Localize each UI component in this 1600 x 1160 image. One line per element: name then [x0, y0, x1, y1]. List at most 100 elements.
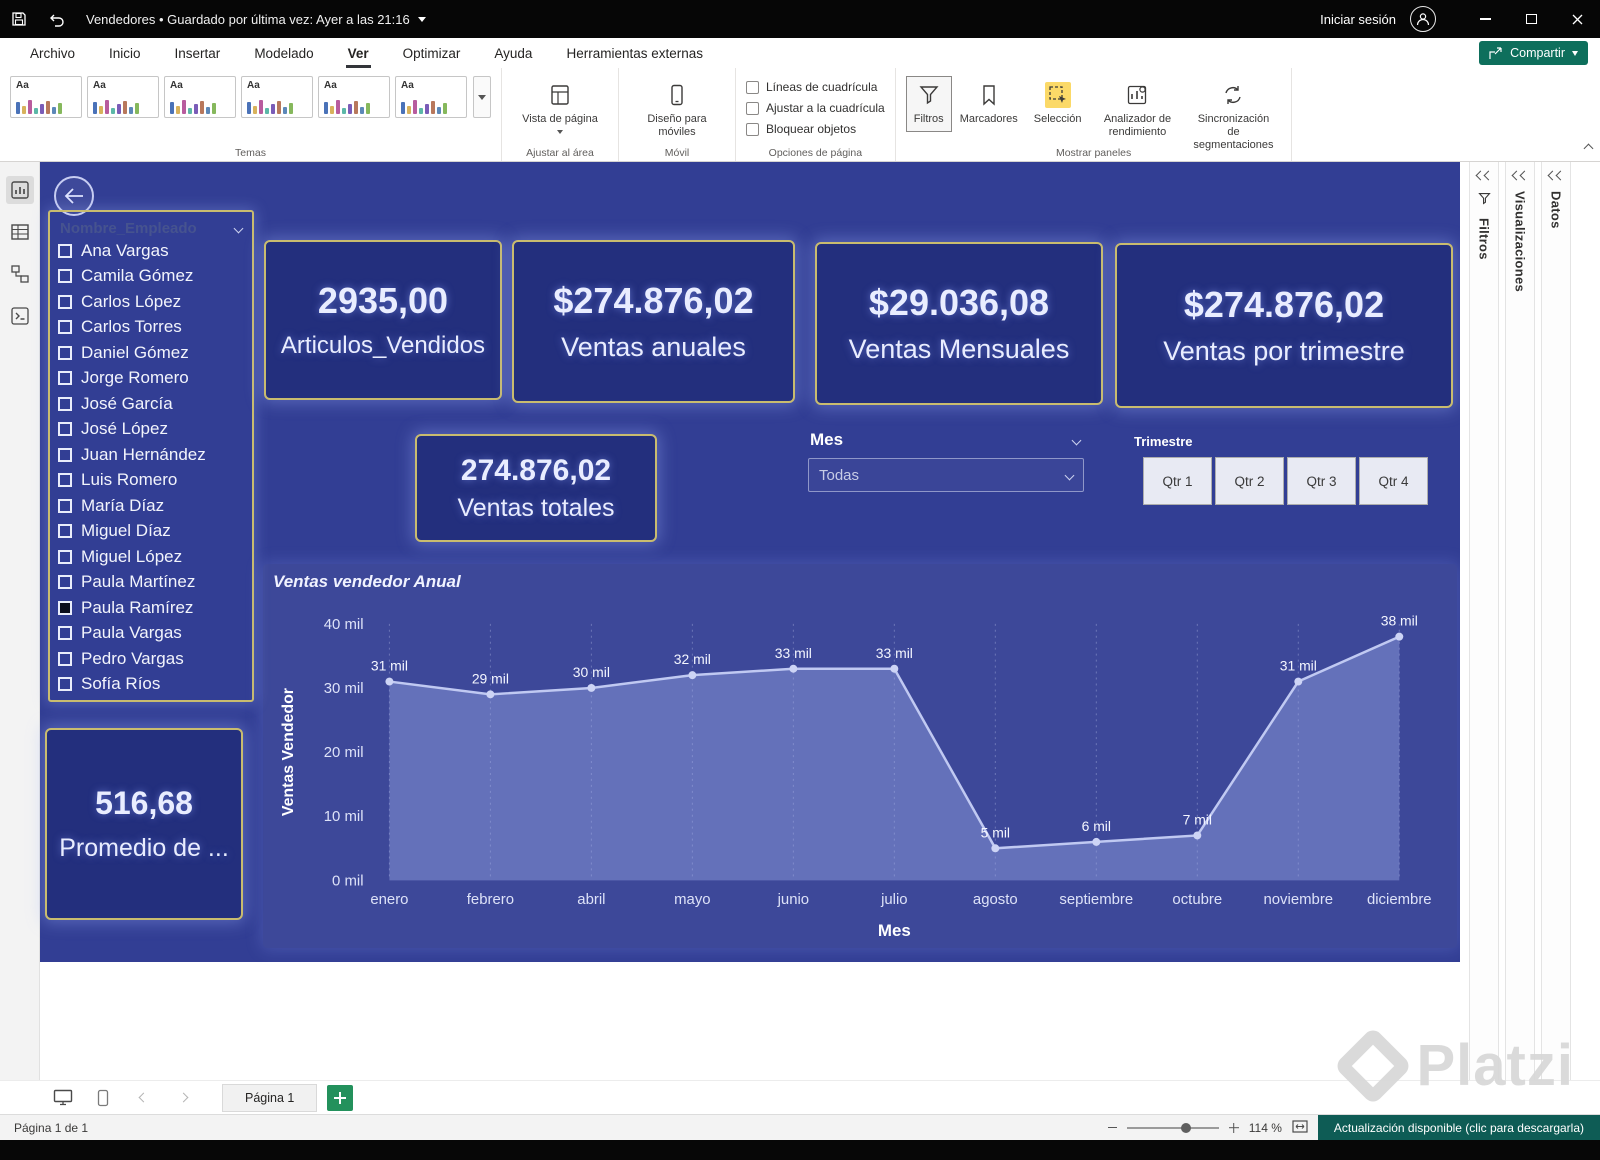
trimestre-slicer[interactable]: Trimestre Qtr 1 Qtr 2 Qtr 3 Qtr 4 — [1132, 434, 1480, 505]
menu-modelado[interactable]: Modelado — [252, 38, 315, 68]
add-page-button[interactable] — [327, 1084, 354, 1111]
bookmarks-button[interactable]: Marcadores — [952, 76, 1026, 132]
quarter-button[interactable]: Qtr 1 — [1143, 457, 1212, 505]
collapse-ribbon-button[interactable] — [1583, 140, 1594, 155]
prev-page-button[interactable] — [128, 1086, 158, 1110]
theme-thumbnail[interactable]: Aa — [395, 76, 467, 118]
filters-panel-button[interactable]: Filtros — [905, 76, 952, 132]
quarter-button[interactable]: Qtr 2 — [1215, 457, 1284, 505]
menu-ver[interactable]: Ver — [346, 38, 371, 68]
undo-button[interactable] — [38, 0, 76, 38]
checkbox-icon[interactable] — [58, 422, 72, 437]
checkbox-icon[interactable] — [58, 498, 72, 513]
page-tab[interactable]: Página 1 — [222, 1083, 318, 1112]
minimize-button[interactable] — [1462, 0, 1508, 38]
checkbox-icon[interactable] — [58, 294, 72, 309]
page-option-checkbox[interactable]: Líneas de cuadrícula — [746, 80, 885, 94]
zoom-out-button[interactable] — [1107, 1126, 1117, 1129]
slicer-item[interactable]: Pedro Vargas — [58, 649, 244, 669]
checkbox-icon[interactable] — [58, 473, 72, 488]
performance-analyzer-button[interactable]: Analizador de rendimiento — [1089, 76, 1185, 145]
menu-insertar[interactable]: Insertar — [173, 38, 223, 68]
desktop-view-button[interactable] — [48, 1086, 78, 1110]
slicer-item[interactable]: Miguel López — [58, 547, 244, 567]
sync-slicers-button[interactable]: Sincronización de segmentaciones — [1185, 76, 1281, 158]
sign-in-link[interactable]: Iniciar sesión — [1320, 12, 1396, 27]
checkbox-icon[interactable] — [58, 320, 72, 335]
menu-inicio[interactable]: Inicio — [107, 38, 143, 68]
page-option-checkbox[interactable]: Ajustar a la cuadrícula — [746, 101, 885, 115]
fit-to-page-icon[interactable] — [1292, 1119, 1308, 1136]
next-page-button[interactable] — [168, 1086, 198, 1110]
slicer-item[interactable]: José García — [58, 394, 244, 414]
menu-optimizar[interactable]: Optimizar — [401, 38, 463, 68]
checkbox-icon[interactable] — [58, 600, 72, 615]
card-ventas-mensuales[interactable]: $29.036,08 Ventas Mensuales — [815, 242, 1103, 405]
avatar-icon[interactable] — [1410, 6, 1436, 32]
save-button[interactable] — [0, 0, 38, 38]
slicer-item[interactable]: María Díaz — [58, 496, 244, 516]
report-view-button[interactable] — [5, 176, 34, 204]
theme-thumbnail[interactable]: Aa — [241, 76, 313, 118]
checkbox-icon[interactable] — [58, 371, 72, 386]
checkbox-icon[interactable] — [58, 524, 72, 539]
filters-pane-collapsed[interactable]: Filtros — [1469, 162, 1499, 1080]
theme-thumbnail[interactable]: Aa — [164, 76, 236, 118]
menu-herramientas-externas[interactable]: Herramientas externas — [564, 38, 705, 68]
document-title[interactable]: Vendedores • Guardado por última vez: Ay… — [86, 12, 426, 27]
slicer-item[interactable]: Luis Romero — [58, 470, 244, 490]
checkbox-icon[interactable] — [58, 676, 72, 691]
quarter-button[interactable]: Qtr 3 — [1287, 457, 1356, 505]
quarter-button[interactable]: Qtr 4 — [1359, 457, 1428, 505]
maximize-button[interactable] — [1508, 0, 1554, 38]
menu-ayuda[interactable]: Ayuda — [492, 38, 534, 68]
checkbox-icon[interactable] — [58, 244, 72, 258]
card-articulos-vendidos[interactable]: 2935,00 Articulos_Vendidos — [264, 240, 502, 400]
zoom-slider[interactable] — [1126, 1122, 1219, 1133]
slicer-item[interactable]: Miguel Díaz — [58, 521, 244, 541]
theme-thumbnail[interactable]: Aa — [318, 76, 390, 118]
theme-thumbnail[interactable]: Aa — [87, 76, 159, 118]
employee-slicer-header[interactable]: Nombre_Empleado — [58, 218, 244, 241]
slicer-item[interactable]: José López — [58, 419, 244, 439]
visualizations-pane-collapsed[interactable]: Visualizaciones — [1505, 162, 1535, 1080]
checkbox-icon[interactable] — [58, 345, 72, 360]
slicer-item[interactable]: Carlos López — [58, 292, 244, 312]
zoom-slider-thumb[interactable] — [1180, 1122, 1191, 1133]
slicer-item[interactable]: Sofía Ríos — [58, 674, 244, 694]
report-canvas[interactable]: Nombre_Empleado Ana Vargas Camila Gómez … — [40, 162, 1478, 962]
card-ventas-anuales[interactable]: $274.876,02 Ventas anuales — [512, 240, 795, 403]
slicer-item[interactable]: Paula Ramírez — [58, 598, 244, 618]
checkbox-icon[interactable] — [58, 549, 72, 564]
page-option-checkbox[interactable]: Bloquear objetos — [746, 122, 885, 136]
model-view-button[interactable] — [6, 260, 34, 288]
selection-button[interactable]: Selección — [1026, 76, 1090, 132]
slicer-item[interactable]: Daniel Gómez — [58, 343, 244, 363]
checkbox-icon[interactable] — [58, 626, 72, 641]
slicer-item[interactable]: Jorge Romero — [58, 368, 244, 388]
line-chart-visual[interactable]: Ventas vendedor Anual enero febrero abril m… — [263, 564, 1457, 948]
checkbox-icon[interactable] — [58, 575, 72, 590]
close-button[interactable] — [1554, 0, 1600, 38]
mobile-layout-button[interactable]: Diseño para móviles — [629, 76, 725, 145]
slicer-item[interactable]: Ana Vargas — [58, 241, 244, 261]
mes-slicer[interactable]: Mes Todas — [808, 430, 1084, 492]
checkbox-icon[interactable] — [58, 447, 72, 462]
themes-expand-button[interactable] — [473, 76, 491, 118]
zoom-in-button[interactable] — [1229, 1123, 1239, 1133]
slicer-item[interactable]: Paula Martínez — [58, 572, 244, 592]
menu-archivo[interactable]: Archivo — [28, 38, 77, 68]
mobile-view-button[interactable] — [88, 1086, 118, 1110]
dax-query-view-button[interactable] — [6, 302, 34, 330]
checkbox-icon[interactable] — [58, 396, 72, 411]
share-button[interactable]: Compartir — [1479, 41, 1588, 65]
card-ventas-totales[interactable]: 274.876,02 Ventas totales — [415, 434, 657, 542]
page-view-button[interactable]: Vista de página — [512, 76, 608, 140]
slicer-item[interactable]: Camila Gómez — [58, 266, 244, 286]
slicer-item[interactable]: Paula Vargas — [58, 623, 244, 643]
checkbox-icon[interactable] — [58, 269, 72, 284]
table-view-button[interactable] — [6, 218, 34, 246]
update-notification[interactable]: Actualización disponible (clic para desc… — [1317, 1115, 1600, 1140]
card-ventas-por-trimestre[interactable]: $274.876,02 Ventas por trimestre — [1115, 243, 1453, 408]
theme-thumbnail[interactable]: Aa — [10, 76, 82, 118]
